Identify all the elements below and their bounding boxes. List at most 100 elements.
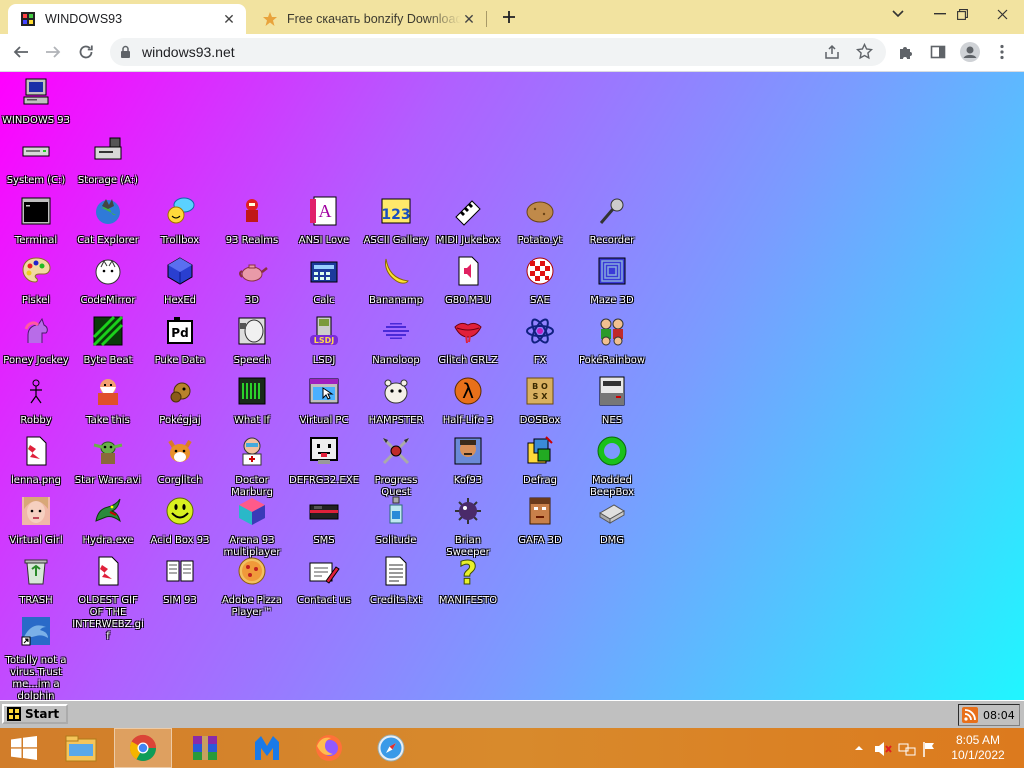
new-tab-button[interactable] <box>498 6 520 28</box>
tab-windows93[interactable]: WINDOWS93 ✕ <box>8 4 246 34</box>
desktop-icon-ascii-gallery[interactable]: 123 ASCII Gallery <box>360 195 432 247</box>
desktop-icon-gafa-3d[interactable]: GAFA 3D <box>504 495 576 547</box>
desktop-icon-hampster[interactable]: HAMPSTER <box>360 375 432 427</box>
desktop-icon-bananamp[interactable]: Bananamp <box>360 255 432 307</box>
desktop-icon-progress-quest[interactable]: Progress Quest <box>360 435 432 499</box>
desktop-icon-star-wars[interactable]: Star Wars.avi <box>72 435 144 487</box>
desktop-icon-take-this[interactable]: Take this <box>72 375 144 427</box>
desktop-icon-system-c[interactable]: System (C:) <box>0 135 72 187</box>
tab-bonzify-download[interactable]: Free скачать bonzify Download ✕ <box>250 4 486 34</box>
desktop-icon-puke-data[interactable]: Pd Puke Data <box>144 315 216 367</box>
desktop-icon-lsdj[interactable]: LSDJ LSDJ <box>288 315 360 367</box>
icon-label: HAMPSTER <box>368 415 424 426</box>
desktop-icon-nanoloop[interactable]: Nanoloop <box>360 315 432 367</box>
desktop-icon-nes[interactable]: NES <box>576 375 648 427</box>
desktop-icon-virtual-girl[interactable]: Virtual Girl <box>0 495 72 547</box>
taskbar-safari[interactable] <box>362 728 420 768</box>
desktop-icon-ansi-love[interactable]: A ANSI Love <box>288 195 360 247</box>
desktop-icon-potato-yt[interactable]: Potato.yt <box>504 195 576 247</box>
desktop-icon-terminal[interactable]: Terminal <box>0 195 72 247</box>
taskbar-file-explorer[interactable] <box>52 728 110 768</box>
pokemon-icon <box>170 382 191 403</box>
forward-button[interactable] <box>39 38 67 66</box>
desktop-icon-sae[interactable]: SAE <box>504 255 576 307</box>
desktop-icon-trollbox[interactable]: Trollbox <box>144 195 216 247</box>
address-bar[interactable]: windows93.net <box>110 38 886 66</box>
start-button[interactable]: Start <box>2 704 68 724</box>
side-panel-button[interactable] <box>924 38 952 66</box>
desktop-icon-recorder[interactable]: Recorder <box>576 195 648 247</box>
desktop-icon-arena-93[interactable]: Arena 93 multiplayer <box>216 495 288 559</box>
desktop-icon-storage-a[interactable]: Storage (A:) <box>72 135 144 187</box>
desktop-icon-brian-sweeper[interactable]: Brian Sweeper <box>432 495 504 559</box>
desktop-icon-fx[interactable]: FX <box>504 315 576 367</box>
taskbar-chrome[interactable] <box>114 728 172 768</box>
taskbar-winrar[interactable] <box>176 728 234 768</box>
desktop-icon-speech[interactable]: Speech <box>216 315 288 367</box>
desktop-icon-dmg[interactable]: DMG <box>576 495 648 547</box>
desktop-icon-acid-box-93[interactable]: Acid Box 93 <box>144 495 216 547</box>
back-button[interactable] <box>7 38 35 66</box>
desktop-icon-kof93[interactable]: Kof93 <box>432 435 504 487</box>
close-window-button[interactable] <box>984 0 1020 28</box>
desktop-icon-robby[interactable]: Robby <box>0 375 72 427</box>
desktop-icon-corglitch[interactable]: Corglitch <box>144 435 216 487</box>
desktop-icon-doctor-marburg[interactable]: Doctor Marburg <box>216 435 288 499</box>
share-icon[interactable] <box>824 44 840 60</box>
volume-muted-icon[interactable] <box>874 741 892 757</box>
desktop-icon-contact-us[interactable]: Contact us <box>288 555 360 607</box>
desktop-icon-cat-explorer[interactable]: Cat Explorer <box>72 195 144 247</box>
tab-search-button[interactable] <box>880 0 916 28</box>
desktop-icon-virtual-pc[interactable]: Virtual PC <box>288 375 360 427</box>
system-clock[interactable]: 8:05 AM 10/1/2022 <box>946 733 1010 763</box>
windows-start-button[interactable] <box>0 728 48 768</box>
desktop-icon-codemirror[interactable]: CodeMirror <box>72 255 144 307</box>
desktop-icon-solitude[interactable]: Solitude <box>360 495 432 547</box>
extensions-button[interactable] <box>892 38 920 66</box>
desktop-icon-pokegjaj[interactable]: Pokégjaj <box>144 375 216 427</box>
desktop-icon-dosbox[interactable]: B OS X DOSBox <box>504 375 576 427</box>
desktop-icon-dolphin[interactable]: Totally not a virus.Trust me...im a dolp… <box>0 615 72 700</box>
desktop-icon-manifesto[interactable]: ? MANIFESTO <box>432 554 504 607</box>
desktop-icon-poney-jockey[interactable]: Poney Jockey <box>0 315 72 367</box>
desktop-icon-modded-beepbox[interactable]: Modded BeepBox <box>576 435 648 499</box>
taskbar-firefox[interactable] <box>300 728 358 768</box>
browser-menu-button[interactable] <box>988 38 1016 66</box>
rss-icon[interactable] <box>962 707 978 723</box>
desktop-icon-oldest-gif[interactable]: OLDEST GIF OF THE INTERWEBZ.gif <box>72 555 144 643</box>
desktop-icon-calc[interactable]: Calc <box>288 255 360 307</box>
desktop-icon-piskel[interactable]: Piskel <box>0 255 72 307</box>
desktop-icon-adobe-pizza-player[interactable]: Adobe Pizza Player™ <box>216 555 288 619</box>
restore-button[interactable] <box>944 0 980 28</box>
profile-button[interactable] <box>956 38 984 66</box>
desktop-icon-g80-m3u[interactable]: G80.M3U <box>432 255 504 307</box>
desktop-icon-hexed[interactable]: HexEd <box>144 255 216 307</box>
desktop-icon-byte-beat[interactable]: Byte Beat <box>72 315 144 367</box>
desktop-icon-lenna-png[interactable]: lenna.png <box>0 435 72 487</box>
bookmark-star-icon[interactable] <box>856 43 873 60</box>
desktop-icon-defrag[interactable]: Defrag <box>504 435 576 487</box>
desktop-icon-what-if[interactable]: What If <box>216 375 288 427</box>
desktop-icon-maze-3d[interactable]: Maze 3D <box>576 255 648 307</box>
desktop-icon-3d[interactable]: 3D <box>216 255 288 307</box>
flag-icon[interactable] <box>922 741 936 757</box>
desktop-icon-sms[interactable]: SMS <box>288 495 360 547</box>
taskbar-malwarebytes[interactable] <box>238 728 296 768</box>
network-icon[interactable] <box>898 741 916 757</box>
desktop-icon-midi-jukebox[interactable]: MIDI Jukebox <box>432 195 504 247</box>
chevron-up-icon[interactable] <box>854 745 864 751</box>
close-tab-icon[interactable]: ✕ <box>221 11 237 27</box>
desktop-icon-pokerainbow[interactable]: PokéRainbow <box>576 315 648 367</box>
desktop-icon-defrg32-exe[interactable]: DEFRG32.EXE <box>288 435 360 487</box>
desktop-icon-93-realms[interactable]: 93 Realms <box>216 195 288 247</box>
close-tab-icon[interactable]: ✕ <box>461 11 477 27</box>
browser-toolbar: windows93.net <box>0 34 1024 72</box>
desktop-icon-half-life-3[interactable]: λ Half-Life 3 <box>432 375 504 427</box>
desktop-icon-sim-93[interactable]: SIM 93 <box>144 555 216 607</box>
desktop-icon-glitch-grlz[interactable]: Glitch GRLZ <box>432 315 504 367</box>
desktop-icon-trash[interactable]: TRASH <box>0 555 72 607</box>
desktop-icon-credits-txt[interactable]: Credits.txt <box>360 555 432 607</box>
desktop-icon-hydra-exe[interactable]: Hydra.exe <box>72 495 144 547</box>
desktop-icon-windows93[interactable]: WINDOWS 93 <box>0 75 72 127</box>
reload-button[interactable] <box>72 38 100 66</box>
